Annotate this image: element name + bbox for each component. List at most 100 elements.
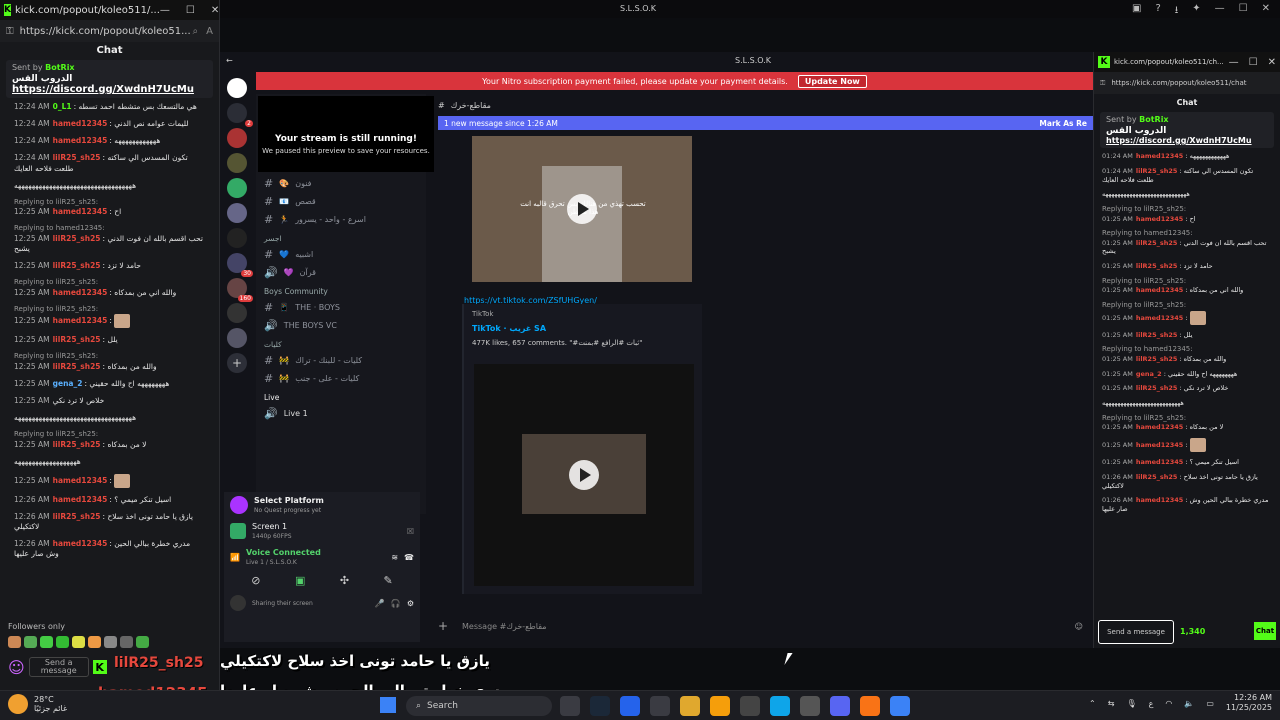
left-send-message-input[interactable]: Send a message [28, 657, 89, 677]
message-username[interactable]: hamed12345 [1136, 215, 1183, 223]
channel-item[interactable]: # 🚧 كليات - للبنك - تراك [256, 351, 426, 369]
channel-item[interactable]: # 📱 THE · BOYS [256, 298, 426, 316]
noise-suppression-icon[interactable]: ≋ [391, 553, 398, 562]
reply-reference[interactable]: Replying to lilR25_sh25: [1102, 205, 1272, 214]
server-icon[interactable] [227, 303, 247, 323]
message-username[interactable]: 0_L1 [53, 102, 72, 111]
zoom-icon[interactable]: ⌕ [193, 26, 199, 37]
emoji-icon[interactable]: ☺ [8, 658, 25, 677]
download-icon[interactable]: ⭳ [1175, 3, 1179, 20]
message-username[interactable]: hamed12345 [1136, 496, 1183, 504]
channel-item[interactable]: # 📧 قصص [256, 192, 426, 210]
channel-category[interactable]: Boys Community [256, 281, 426, 298]
message-username[interactable]: lilR25_sh25 [53, 362, 101, 371]
message-username[interactable]: gena_2 [53, 379, 83, 388]
taskbar-search[interactable]: ⌕ Search [406, 696, 552, 716]
discord-home-icon[interactable] [227, 78, 247, 98]
edge-icon[interactable] [770, 696, 790, 716]
left-pinned-message[interactable]: Sent by BotRix الدروب القس https://disco… [6, 60, 213, 98]
back-arrow-icon[interactable]: ← [226, 56, 233, 65]
network-icon[interactable]: ⇆ [1108, 699, 1115, 708]
maximize-icon[interactable]: ☐ [186, 5, 195, 16]
channel-points[interactable]: 1,340 [1180, 627, 1205, 636]
reply-reference[interactable]: Replying to lilR25_sh25: [14, 305, 205, 314]
reply-reference[interactable]: Replying to lilR25_sh25: [1102, 301, 1272, 310]
close-icon[interactable]: ✕ [1262, 3, 1270, 20]
message-username[interactable]: lilR25_sh25 [53, 512, 101, 521]
left-url-bar[interactable]: ⚿ https://kick.com/popout/koleo51... ⌕ A [0, 20, 219, 42]
message-username[interactable]: hamed12345 [1136, 152, 1183, 160]
screen-share-row[interactable]: Screen 1 1440p 60FPS ☒ [224, 518, 420, 544]
message-username[interactable]: hamed12345 [1136, 286, 1183, 294]
server-icon[interactable] [227, 153, 247, 173]
emote-row[interactable] [8, 636, 149, 648]
language-indicator[interactable]: ع [1149, 699, 1154, 708]
read-aloud-icon[interactable]: A [206, 26, 213, 37]
mark-as-read-button[interactable]: Mark As Re [1039, 119, 1087, 128]
server-icon[interactable]: 2 [227, 103, 253, 127]
screen-icon[interactable]: ▣ [1132, 3, 1141, 20]
select-platform-row[interactable]: Select Platform No Quest progress yet [224, 492, 420, 518]
add-server-icon[interactable]: + [227, 353, 247, 373]
message-username[interactable]: lilR25_sh25 [53, 234, 101, 243]
server-icon[interactable] [227, 178, 247, 198]
attach-plus-icon[interactable]: + [438, 619, 448, 633]
message-username[interactable]: hamed12345 [53, 288, 108, 297]
wifi-icon[interactable]: ◠ [1165, 699, 1172, 708]
volume-icon[interactable]: 🔈 [1184, 699, 1194, 708]
message-username[interactable]: lilR25_sh25 [1136, 331, 1178, 339]
avatar[interactable] [230, 595, 246, 611]
new-messages-bar[interactable]: 1 new message since 1:26 AM Mark As Re [438, 116, 1093, 130]
reply-reference[interactable]: Replying to lilR25_sh25: [14, 352, 205, 361]
message-input[interactable]: + Message #مقاطع-خرك ☺ [432, 612, 1093, 640]
server-icon[interactable] [227, 128, 247, 148]
message-username[interactable]: lilR25_sh25 [1136, 167, 1178, 175]
maximize-icon[interactable]: ☐ [1239, 3, 1248, 20]
video-thumbnail-2[interactable] [474, 364, 694, 586]
play-icon[interactable] [567, 194, 597, 224]
activities-icon[interactable]: ✣ [340, 574, 349, 587]
kick-logo-icon[interactable]: K [92, 660, 107, 674]
pinned-discord-link[interactable]: https://discord.gg/XwdnH7UcMu [12, 84, 207, 95]
extension-icon[interactable]: ✦ [1192, 3, 1200, 20]
message-username[interactable]: hamed12345 [53, 495, 108, 504]
emote-icon[interactable] [56, 636, 69, 648]
message-username[interactable]: gena_2 [1136, 370, 1162, 378]
chat-send-button[interactable]: Chat [1254, 622, 1276, 640]
message-username[interactable]: lilR25_sh25 [53, 335, 101, 344]
server-icon[interactable]: 160 [227, 278, 253, 302]
minimize-icon[interactable]: — [1215, 3, 1225, 20]
channel-item[interactable]: 🔊 💜 قرآن [256, 263, 426, 281]
battery-icon[interactable]: ▭ [1206, 699, 1214, 708]
app-icon[interactable] [710, 696, 730, 716]
message-username[interactable]: hamed12345 [53, 539, 108, 548]
chevron-up-icon[interactable]: ⌃ [1089, 699, 1096, 708]
reply-reference[interactable]: Replying to lilR25_sh25: [14, 430, 205, 439]
emote-icon[interactable] [8, 636, 21, 648]
channel-item[interactable]: # 🏃 اسرع - واحد - يسرور [256, 210, 426, 228]
emote-icon[interactable] [40, 636, 53, 648]
channel-item[interactable]: 🔊 THE BOYS VC [256, 316, 426, 334]
message-username[interactable]: hamed12345 [53, 476, 108, 485]
settings-icon[interactable]: ⚙ [407, 599, 414, 608]
play-icon[interactable] [569, 460, 599, 490]
message-username[interactable]: hamed12345 [1136, 458, 1183, 466]
right-pinned-message[interactable]: Sent by BotRix الدروب القس https://disco… [1100, 112, 1274, 148]
message-username[interactable]: hamed12345 [53, 316, 108, 325]
app-icon[interactable] [620, 696, 640, 716]
reply-reference[interactable]: Replying to lilR25_sh25: [1102, 277, 1272, 286]
message-username[interactable]: hamed12345 [1136, 423, 1183, 431]
reply-reference[interactable]: Replying to lilR25_sh25: [1102, 414, 1272, 423]
reply-reference[interactable]: Replying to lilR25_sh25: [14, 278, 205, 287]
reply-reference[interactable]: Replying to hamed12345: [1102, 345, 1272, 354]
close-icon[interactable]: ✕ [211, 5, 219, 16]
mic-icon[interactable]: 🎙 [1126, 699, 1136, 708]
server-icon[interactable] [227, 228, 247, 248]
close-icon[interactable]: ✕ [1268, 57, 1276, 68]
file-explorer-icon[interactable] [680, 696, 700, 716]
message-username[interactable]: hamed12345 [1136, 314, 1183, 322]
message-username[interactable]: lilR25_sh25 [1136, 355, 1178, 363]
right-url-bar[interactable]: ⚿ https://kick.com/popout/koleo511/chat [1094, 72, 1280, 94]
minimize-icon[interactable]: — [1229, 57, 1239, 68]
discord-icon[interactable] [830, 696, 850, 716]
